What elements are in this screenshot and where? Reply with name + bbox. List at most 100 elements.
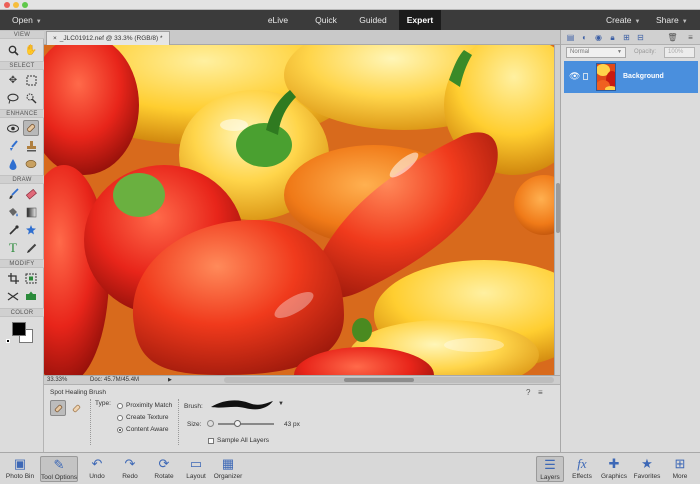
straighten-icon[interactable]: [5, 288, 21, 304]
size-value: 43 px: [284, 421, 300, 428]
panel-menu-icon[interactable]: ≡: [538, 388, 543, 397]
recompose-icon[interactable]: [23, 270, 39, 286]
paint-bucket-icon[interactable]: [5, 204, 21, 220]
zoom-icon[interactable]: [5, 42, 21, 58]
layer-mask-icon[interactable]: ◉: [593, 32, 604, 43]
default-colors-icon[interactable]: [6, 339, 10, 343]
redo-icon: ↷: [124, 456, 136, 471]
effects-button[interactable]: fx Effects: [568, 456, 596, 480]
create-menu[interactable]: Create ▼: [606, 10, 640, 30]
share-menu[interactable]: Share ▼: [656, 10, 688, 30]
create-label: Create: [606, 15, 632, 25]
options-divider: [178, 399, 179, 445]
more-label: More: [672, 473, 688, 480]
canvas-area[interactable]: [44, 45, 560, 375]
favorites-label: Favorites: [633, 473, 661, 480]
layout-button[interactable]: ▭ Layout: [183, 456, 209, 480]
size-slider-knob[interactable]: [234, 420, 242, 427]
undo-button[interactable]: ↶ Undo: [84, 456, 110, 480]
foreground-color-swatch[interactable]: [12, 322, 26, 336]
panel-menu-icon[interactable]: ≡: [685, 32, 696, 43]
link-icon[interactable]: ⊞: [621, 32, 632, 43]
chevron-down-icon: ▼: [681, 19, 688, 25]
document-image[interactable]: [44, 45, 554, 375]
sponge-icon[interactable]: [23, 156, 39, 172]
layers-icon: ☰: [544, 457, 556, 472]
pencil-icon[interactable]: [23, 240, 39, 256]
layers-button[interactable]: ☰ Layers: [536, 456, 564, 482]
tab-quick[interactable]: Quick: [305, 10, 347, 30]
spot-healing-brush-icon[interactable]: [23, 120, 39, 136]
help-icon[interactable]: ?: [526, 388, 530, 397]
move-icon[interactable]: ✥: [5, 72, 21, 88]
effects-icon: fx: [577, 456, 587, 471]
hand-icon[interactable]: ✋: [23, 42, 39, 58]
spot-healing-brush-option[interactable]: [50, 400, 66, 416]
spot-healing-brush-icon: [54, 404, 62, 412]
opacity-field[interactable]: 100%: [664, 47, 695, 58]
share-label: Share: [656, 15, 679, 25]
open-menu[interactable]: Open ▼: [12, 10, 42, 30]
layers-panel: ▤ ◐ ◉ 🔒︎ ⊞ ⊟ 🗑︎ ≡ Normal ▼ Opacity: 100%…: [560, 30, 700, 452]
tab-guided[interactable]: Guided: [352, 10, 394, 30]
trash-icon[interactable]: 🗑︎: [667, 32, 678, 43]
size-small-icon: [207, 420, 214, 427]
content-aware-radio[interactable]: [117, 427, 123, 433]
healing-brush-option[interactable]: [68, 400, 84, 416]
rotate-button[interactable]: ⟳ Rotate: [149, 456, 179, 480]
tool-options-title: Spot Healing Brush: [50, 389, 107, 396]
marquee-icon[interactable]: [23, 72, 39, 88]
clone-stamp-icon[interactable]: [23, 138, 39, 154]
document-tab[interactable]: × _JLC01912.nef @ 33.3% (RGB/8) *: [46, 31, 170, 45]
layer-group-icon[interactable]: ⊟: [635, 32, 646, 43]
layer-name: Background: [623, 73, 664, 80]
tab-expert[interactable]: Expert: [399, 10, 441, 30]
content-aware-move-icon[interactable]: [23, 288, 39, 304]
create-texture-radio[interactable]: [117, 415, 123, 421]
graphics-label: Graphics: [600, 473, 627, 480]
visibility-eye-icon[interactable]: 👁︎: [569, 71, 580, 82]
smart-brush-icon[interactable]: [5, 138, 21, 154]
gradient-icon[interactable]: [23, 204, 39, 220]
proximity-match-radio[interactable]: [117, 403, 123, 409]
photo-bin-button[interactable]: ▣ Photo Bin: [4, 456, 36, 480]
blur-icon[interactable]: [5, 156, 21, 172]
crop-icon[interactable]: [5, 270, 21, 286]
custom-shape-icon[interactable]: [23, 222, 39, 238]
graphics-button[interactable]: ✚ Graphics: [599, 456, 629, 480]
layout-icon: ▭: [189, 456, 203, 471]
lock-toggle-icon[interactable]: [583, 73, 588, 80]
eraser-icon[interactable]: [23, 186, 39, 202]
brush-icon[interactable]: [5, 186, 21, 202]
type-label: Type:: [95, 400, 111, 407]
layer-row-background[interactable]: 👁︎ Background: [564, 61, 698, 93]
maximize-window-icon[interactable]: [22, 2, 28, 8]
blend-mode-select[interactable]: Normal ▼: [566, 47, 626, 58]
status-menu-arrow-icon[interactable]: ▶: [168, 377, 172, 383]
tab-elive[interactable]: eLive: [258, 10, 298, 30]
close-tab-icon[interactable]: ×: [53, 35, 57, 42]
section-enhance: ENHANCE: [0, 109, 44, 118]
more-button[interactable]: ⊞ More: [666, 456, 694, 480]
eyedropper-icon[interactable]: [5, 222, 21, 238]
favorites-button[interactable]: ★ Favorites: [632, 456, 662, 480]
horizontal-scroll-thumb[interactable]: [344, 378, 414, 382]
brush-picker-chevron-icon[interactable]: ▼: [278, 401, 284, 407]
close-window-icon[interactable]: [4, 2, 10, 8]
tool-options-button[interactable]: ✎ Tool Options: [40, 456, 78, 482]
red-eye-icon[interactable]: [5, 120, 21, 136]
quick-selection-icon[interactable]: [23, 90, 39, 106]
lasso-icon[interactable]: [5, 90, 21, 106]
zoom-level: 33.33%: [47, 377, 68, 383]
organizer-button[interactable]: ▦ Organizer: [212, 456, 244, 480]
minimize-window-icon[interactable]: [13, 2, 19, 8]
adjustment-layer-icon[interactable]: ◐: [579, 32, 590, 43]
size-slider-track[interactable]: [218, 423, 274, 425]
new-layer-icon[interactable]: ▤: [565, 32, 576, 43]
redo-button[interactable]: ↷ Redo: [117, 456, 143, 480]
brush-preview[interactable]: [209, 397, 275, 413]
horizontal-scrollbar[interactable]: [224, 377, 554, 383]
type-icon[interactable]: T: [5, 240, 21, 256]
sample-all-layers-checkbox[interactable]: [208, 438, 214, 444]
lock-icon[interactable]: 🔒︎: [607, 32, 618, 43]
